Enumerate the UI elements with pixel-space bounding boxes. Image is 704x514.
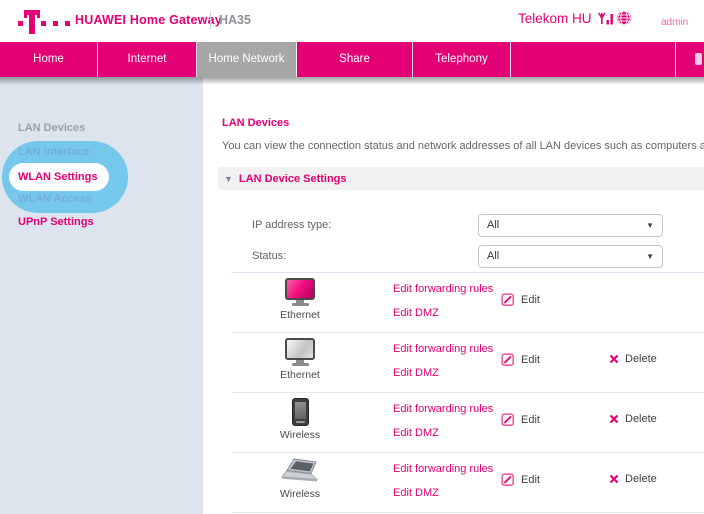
edit-button[interactable]: Edit bbox=[501, 473, 540, 487]
delete-x-icon bbox=[609, 474, 619, 484]
signal-strength-icon bbox=[598, 12, 615, 27]
edit-forwarding-rules-link[interactable]: Edit forwarding rules bbox=[393, 283, 493, 295]
edit-pencil-icon bbox=[501, 353, 515, 367]
highlight-pill: WLAN Settings bbox=[9, 163, 109, 191]
delete-button[interactable]: Delete bbox=[609, 413, 657, 425]
sidebar: LAN Devices LAN Interface WLAN Access UP… bbox=[0, 77, 203, 514]
edit-forwarding-rules-link[interactable]: Edit forwarding rules bbox=[393, 343, 493, 355]
edit-pencil-icon bbox=[501, 473, 515, 487]
brand-title: HUAWEI Home Gateway bbox=[75, 13, 222, 27]
device-connection-type: Ethernet bbox=[268, 309, 332, 321]
edit-button[interactable]: Edit bbox=[501, 353, 540, 367]
device-connection-type: Ethernet bbox=[268, 369, 332, 381]
edit-dmz-link[interactable]: Edit DMZ bbox=[393, 307, 439, 319]
section-title: LAN Device Settings bbox=[239, 173, 347, 185]
operator-name: Telekom HU bbox=[518, 11, 592, 26]
partial-letter bbox=[695, 53, 702, 65]
select-arrow-icon: ▼ bbox=[646, 246, 654, 267]
page-description: You can view the connection status and n… bbox=[222, 140, 704, 152]
device-connection-type: Wireless bbox=[268, 429, 332, 441]
device-cell: Ethernet bbox=[268, 278, 332, 321]
header: HUAWEI Home Gateway HA35 Telekom HU admi… bbox=[0, 0, 704, 42]
status-value: All bbox=[487, 250, 499, 262]
edit-forwarding-rules-link[interactable]: Edit forwarding rules bbox=[393, 463, 493, 475]
header-divider bbox=[210, 12, 211, 29]
device-row: Wireless Edit forwarding rules Edit DMZ … bbox=[203, 453, 704, 513]
smartphone-icon bbox=[292, 398, 309, 426]
edit-dmz-link[interactable]: Edit DMZ bbox=[393, 367, 439, 379]
tab-share[interactable]: Share bbox=[297, 42, 413, 77]
ip-address-type-select[interactable]: All ▼ bbox=[478, 214, 663, 237]
tab-partial-cutoff[interactable] bbox=[675, 42, 704, 77]
device-row: Ethernet Edit forwarding rules Edit DMZ … bbox=[203, 333, 704, 393]
delete-x-icon bbox=[609, 414, 619, 424]
desktop-online-icon bbox=[285, 278, 315, 306]
delete-x-icon bbox=[609, 354, 619, 364]
device-row: Wireless Edit forwarding rules Edit DMZ … bbox=[203, 393, 704, 453]
sidebar-item-lan-devices[interactable]: LAN Devices bbox=[18, 122, 85, 134]
edit-button[interactable]: Edit bbox=[501, 413, 540, 427]
select-arrow-icon: ▼ bbox=[646, 215, 654, 236]
telekom-logo-icon bbox=[8, 5, 74, 36]
edit-pencil-icon bbox=[501, 413, 515, 427]
device-cell: Wireless bbox=[268, 398, 332, 441]
edit-pencil-icon bbox=[501, 293, 515, 307]
device-cell: Ethernet bbox=[268, 338, 332, 381]
delete-button[interactable]: Delete bbox=[609, 473, 657, 485]
edit-forwarding-rules-link[interactable]: Edit forwarding rules bbox=[393, 403, 493, 415]
delete-button[interactable]: Delete bbox=[609, 353, 657, 365]
ip-address-type-value: All bbox=[487, 219, 499, 231]
page-title: LAN Devices bbox=[222, 117, 289, 129]
edit-dmz-link[interactable]: Edit DMZ bbox=[393, 427, 439, 439]
main-content: LAN Devices You can view the connection … bbox=[203, 77, 704, 514]
main-nav: Home Internet Home Network Share Telepho… bbox=[0, 42, 704, 77]
language-globe-icon[interactable] bbox=[616, 10, 632, 26]
ip-address-type-label: IP address type: bbox=[252, 219, 331, 231]
section-toggle-lan-device-settings[interactable]: ▼ LAN Device Settings bbox=[218, 167, 704, 190]
collapse-arrow-icon: ▼ bbox=[224, 174, 233, 184]
edit-button[interactable]: Edit bbox=[501, 293, 540, 307]
router-admin-page: HUAWEI Home Gateway HA35 Telekom HU admi… bbox=[0, 0, 704, 514]
tab-internet[interactable]: Internet bbox=[98, 42, 197, 77]
tab-telephony[interactable]: Telephony bbox=[413, 42, 511, 77]
device-row: Ethernet Edit forwarding rules Edit DMZ … bbox=[203, 273, 704, 333]
device-cell: Wireless bbox=[268, 458, 332, 500]
status-label: Status: bbox=[252, 250, 286, 262]
laptop-icon bbox=[281, 458, 319, 485]
row-divider bbox=[232, 512, 704, 513]
desktop-offline-icon bbox=[285, 338, 315, 366]
device-connection-type: Wireless bbox=[268, 488, 332, 500]
tab-home-network[interactable]: Home Network bbox=[197, 42, 297, 77]
model-name: HA35 bbox=[219, 13, 251, 27]
tab-home[interactable]: Home bbox=[0, 42, 98, 77]
sidebar-item-upnp-settings[interactable]: UPnP Settings bbox=[18, 216, 94, 228]
logged-in-user: admin bbox=[661, 17, 688, 28]
edit-dmz-link[interactable]: Edit DMZ bbox=[393, 487, 439, 499]
status-select[interactable]: All ▼ bbox=[478, 245, 663, 268]
sidebar-item-wlan-settings[interactable]: WLAN Settings bbox=[9, 163, 109, 191]
